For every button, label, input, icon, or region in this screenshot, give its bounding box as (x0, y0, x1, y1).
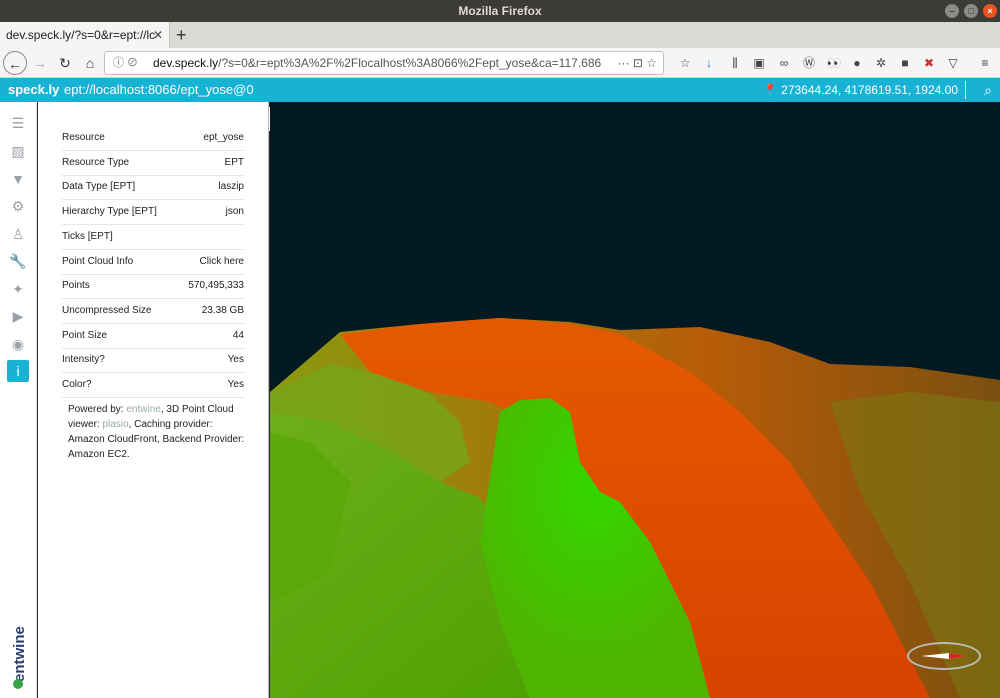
info-row-label: Ticks [EPT] (62, 230, 113, 242)
info-row-label: Point Size (62, 329, 108, 341)
info-row: Points 570,495,333 (62, 274, 244, 300)
info-row: Resource Type EPT (62, 151, 244, 176)
point-cloud-viewport[interactable] (270, 102, 1000, 698)
info-row-value: laszip (218, 181, 244, 193)
home-button[interactable]: ⌂ (78, 51, 102, 75)
compass-needle-icon (921, 653, 967, 659)
extension-eyes-icon[interactable]: 👀 (825, 54, 843, 72)
window-title: Mozilla Firefox (458, 4, 542, 18)
info-row-label: Hierarchy Type [EPT] (62, 206, 157, 218)
info-row: Data Type [EPT] laszip (62, 175, 244, 201)
info-row: Point Size 44 (62, 324, 244, 349)
window-titlebar: Mozilla Firefox – □ × (0, 0, 1000, 22)
person-icon[interactable]: ♙ (7, 223, 29, 245)
info-row-value[interactable]: Click here (200, 250, 244, 274)
info-row-value: EPT (224, 156, 244, 168)
resource-path: ept://localhost:8066/ept_yose@0 (64, 82, 254, 97)
info-row-value: 570,495,333 (188, 280, 244, 292)
info-row-label: Uncompressed Size (62, 304, 152, 316)
info-icon[interactable]: i (7, 360, 29, 382)
coordinates-readout: 📍 273644.24, 4178619.51, 1924.00 (763, 78, 958, 102)
info-row: Uncompressed Size 23.38 GB (62, 299, 244, 324)
credits: Powered by: entwine, 3D Point Cloud view… (68, 402, 248, 462)
new-tab-icon[interactable]: + (176, 22, 187, 48)
info-row-label: Color? (62, 379, 92, 390)
info-row-value: 23.38 GB (201, 304, 244, 316)
navigation-toolbar: ← → ↻ ⌂ ⓘ ⊘ dev.speck.ly/?s=0&r=ept%3A%2… (0, 48, 1000, 78)
database-icon[interactable]: ☰ (7, 112, 29, 134)
info-row[interactable]: Point Cloud Info Click here (62, 250, 244, 275)
info-row: Intensity? Yes (62, 348, 244, 374)
maximize-icon[interactable]: □ (964, 4, 978, 18)
reading-list-icon[interactable]: ☆ (676, 54, 694, 72)
entwine-logo: entwine (11, 626, 28, 689)
extension-account-icon[interactable]: ● (848, 54, 866, 72)
sidebar-icon[interactable]: ▣ (750, 54, 768, 72)
minimize-icon[interactable]: – (945, 4, 959, 18)
tab-label: dev.speck.ly/?s=0&r=ept://lc (6, 28, 156, 42)
camera-icon[interactable]: ▶ (7, 305, 29, 327)
menu-icon[interactable]: ≡ (976, 54, 994, 72)
location-pin-icon: 📍 (762, 83, 778, 97)
eye-icon[interactable]: ◉ (7, 333, 29, 355)
info-row-label: Data Type [EPT] (62, 181, 136, 193)
extension-glasses-icon[interactable]: ∞ (775, 54, 793, 72)
extension-gear-icon[interactable]: ✲ (872, 54, 890, 72)
coordinates-value: 273644.24, 4178619.51, 1924.00 (781, 83, 958, 97)
info-row: Hierarchy Type [EPT] json (62, 200, 244, 226)
info-row-label: Points (62, 280, 90, 292)
search-icon[interactable]: ⌕ (984, 78, 992, 102)
tab-strip: dev.speck.ly/?s=0&r=ept://lc ✕ + (0, 22, 1000, 48)
info-row-label: Resource Type (62, 156, 130, 168)
url-actions: ··· ⊡ ☆ (613, 52, 657, 74)
url-bar[interactable]: ⓘ ⊘ dev.speck.ly/?s=0&r=ept%3A%2F%2Floca… (104, 51, 664, 75)
info-panel: Resource ept_yose Resource Type EPT Data Typ… (38, 102, 269, 698)
terrain-render (270, 318, 1000, 698)
settings-icon[interactable]: ⚙ (7, 195, 29, 217)
extension-v-icon[interactable]: ▽ (944, 54, 962, 72)
info-row-label: Intensity? (62, 354, 105, 366)
compass-widget[interactable] (907, 642, 981, 670)
info-row-value: Yes (227, 379, 244, 390)
close-window-icon[interactable]: × (983, 4, 997, 18)
entwine-link[interactable]: entwine (126, 404, 160, 415)
info-row: Resource ept_yose (62, 126, 244, 151)
wrench-icon[interactable]: 🔧 (7, 250, 29, 272)
info-row-label: Point Cloud Info (62, 255, 134, 267)
filter-icon[interactable]: ▼ (7, 168, 29, 190)
browser-tab[interactable]: dev.speck.ly/?s=0&r=ept://lc ✕ (0, 22, 170, 48)
extension-w-icon[interactable]: Ⓦ (800, 54, 818, 72)
info-row-value: json (225, 206, 244, 218)
extension-x-icon[interactable]: ✖ (920, 54, 938, 72)
url-path: /?s=0&r=ept%3A%2F%2Flocalhost%3A8066%2Fe… (218, 56, 602, 70)
download-icon[interactable]: ↓ (700, 54, 718, 72)
credit-powered-by: Powered by: (68, 404, 127, 415)
entwine-logo-text: entwine (11, 626, 28, 682)
info-row-value: ept_yose (203, 132, 244, 143)
forward-button[interactable]: → (28, 51, 52, 75)
info-row-value: 44 (232, 329, 244, 341)
header-divider (965, 81, 966, 99)
reload-button[interactable]: ↻ (53, 51, 77, 75)
info-row: Ticks [EPT] (62, 225, 244, 250)
extension-selenium-icon[interactable]: ■ (896, 54, 914, 72)
site-info-icon[interactable]: ⓘ ⊘ (113, 52, 138, 74)
url-host: dev.speck.ly (153, 56, 219, 70)
app-header: speck.ly ept://localhost:8066/ept_yose@0… (0, 78, 1000, 102)
tool-rail: ☰ ▨ ▼ ⚙ ♙ 🔧 ✦ ▶ ◉ i entwine (0, 102, 37, 698)
info-row: Color? Yes (62, 373, 244, 398)
app-logo[interactable]: speck.ly (8, 78, 59, 102)
back-button[interactable]: ← (3, 51, 27, 75)
magic-wand-icon[interactable]: ✦ (7, 278, 29, 300)
info-row-label: Resource (62, 132, 105, 143)
tab-close-icon[interactable]: ✕ (153, 22, 163, 48)
info-row-value: Yes (227, 354, 244, 366)
image-icon[interactable]: ▨ (7, 140, 29, 162)
plasio-link[interactable]: plasio (102, 419, 128, 430)
library-icon[interactable]: ⫼ (726, 54, 744, 72)
